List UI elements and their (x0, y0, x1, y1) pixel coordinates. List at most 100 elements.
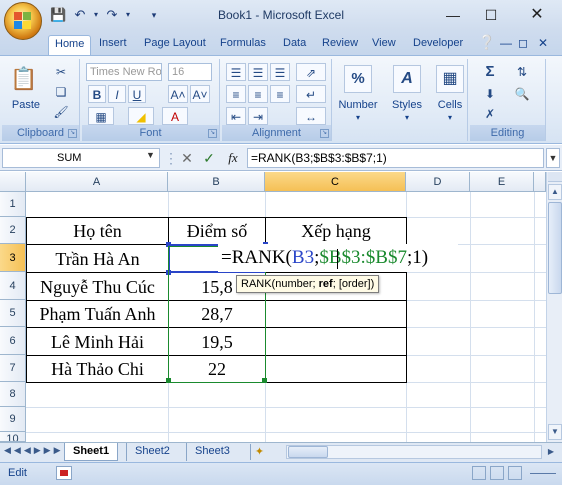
paste-button[interactable]: Paste (6, 99, 46, 111)
tab-page-layout[interactable]: Page Layout (144, 35, 206, 55)
scroll-right-icon[interactable]: ▶ (544, 445, 558, 459)
column-header-c[interactable]: C (265, 172, 406, 192)
row-header-3[interactable]: 3 (0, 244, 26, 272)
ribbon-close-icon[interactable]: ✕ (538, 35, 548, 55)
scroll-down-icon[interactable]: ▼ (548, 424, 562, 440)
align-bottom-icon[interactable]: ☰ (270, 63, 290, 81)
alignment-launcher-icon[interactable]: ↘ (320, 129, 329, 138)
ribbon-restore-icon[interactable]: ◻ (518, 35, 528, 55)
clipboard-launcher-icon[interactable]: ↘ (68, 129, 77, 138)
tab-formulas[interactable]: Formulas (220, 35, 266, 55)
name-box-dropdown-icon[interactable]: ▼ (146, 150, 155, 160)
cell-a4[interactable]: Nguyễ Thu Cúc (27, 274, 168, 300)
row-header-9[interactable]: 9 (0, 407, 26, 432)
sheet-nav-icon[interactable]: ◀◀◀▶▶▶ (4, 445, 64, 456)
align-center-icon[interactable]: ≡ (248, 85, 268, 103)
align-top-icon[interactable]: ☰ (226, 63, 246, 81)
help-icon[interactable]: ❔ (478, 34, 495, 54)
sort-filter-icon[interactable]: ⇅ (508, 63, 536, 81)
format-painter-icon[interactable]: 🖌 (52, 103, 70, 121)
fill-icon[interactable]: ⬇ (476, 85, 504, 103)
name-box[interactable]: SUM (2, 148, 160, 168)
column-header-a[interactable]: A (26, 172, 168, 192)
normal-view-icon[interactable] (472, 466, 486, 480)
hscroll-thumb[interactable] (288, 446, 328, 458)
tab-home[interactable]: Home (48, 35, 92, 55)
scroll-thumb[interactable] (548, 202, 562, 294)
insert-sheet-icon[interactable]: ✦ (250, 444, 268, 460)
cells-button[interactable]: Cells (432, 99, 468, 111)
insert-function-button[interactable]: fx (222, 148, 244, 168)
sheet-tab-3[interactable]: Sheet3 (186, 443, 238, 461)
shrink-font-icon[interactable]: A˅ (190, 85, 210, 103)
formula-input[interactable]: =RANK(B3;$B$3:$B$7;1) (247, 148, 544, 168)
underline-button[interactable]: U (128, 85, 146, 103)
cell-b2[interactable]: Điểm số (169, 219, 265, 244)
column-header-b[interactable]: B (168, 172, 265, 192)
ribbon-minimize-icon[interactable]: — (500, 35, 512, 55)
font-launcher-icon[interactable]: ↘ (208, 129, 217, 138)
tooltip-func[interactable]: RANK(number; (241, 278, 319, 290)
row-header-1[interactable]: 1 (0, 192, 26, 217)
column-header-f-partial[interactable] (534, 172, 546, 192)
sheet-tab-1[interactable]: Sheet1 (64, 443, 119, 461)
clear-icon[interactable]: ✗ (476, 105, 504, 123)
align-right-icon[interactable]: ≡ (270, 85, 290, 103)
split-box[interactable] (548, 172, 562, 182)
cell-a6[interactable]: Lê Minh Hải (27, 329, 168, 355)
orientation-icon[interactable]: ⇗ (296, 63, 326, 81)
tab-insert[interactable]: Insert (99, 35, 127, 55)
font-name-box[interactable]: Times New Ro (86, 63, 162, 81)
column-header-e[interactable]: E (470, 172, 534, 192)
scroll-up-icon[interactable]: ▲ (548, 184, 562, 200)
tab-data[interactable]: Data (283, 35, 306, 55)
cell-c3-editor[interactable]: =RANK(B3;$B$3:$B$7;1) (218, 244, 458, 272)
fill-color-icon[interactable]: ◢ (128, 107, 154, 125)
merge-center-icon[interactable]: ↔ (296, 107, 326, 125)
page-break-view-icon[interactable] (508, 466, 522, 480)
zoom-slider[interactable] (530, 468, 556, 474)
find-select-icon[interactable]: 🔍 (508, 85, 536, 103)
font-size-box[interactable]: 16 (168, 63, 212, 81)
row-header-5[interactable]: 5 (0, 300, 26, 327)
cell-a3[interactable]: Trần Hà An (27, 246, 168, 272)
number-button[interactable]: Number (334, 99, 382, 111)
number-format-icon[interactable]: % (344, 65, 372, 93)
ref-handle[interactable] (166, 378, 171, 383)
cut-icon[interactable]: ✂ (52, 63, 70, 81)
styles-icon[interactable]: A (393, 65, 421, 93)
font-color-icon[interactable]: A (162, 107, 188, 125)
maximize-icon[interactable]: ☐ (480, 5, 502, 25)
styles-button[interactable]: Styles (384, 99, 430, 111)
tab-view[interactable]: View (372, 35, 396, 55)
decrease-indent-icon[interactable]: ⇤ (226, 107, 246, 125)
align-middle-icon[interactable]: ☰ (248, 63, 268, 81)
cell-a5[interactable]: Phạm Tuấn Anh (27, 301, 168, 327)
grow-font-icon[interactable]: A˄ (168, 85, 188, 103)
wrap-text-icon[interactable]: ↵ (296, 85, 326, 103)
styles-dropdown-icon[interactable]: ▾ (384, 113, 430, 122)
cell-a2[interactable]: Họ tên (27, 219, 168, 244)
cancel-icon[interactable]: ✕ (178, 148, 196, 168)
row-header-4[interactable]: 4 (0, 272, 26, 300)
macro-record-icon[interactable] (56, 466, 72, 480)
italic-button[interactable]: I (108, 85, 126, 103)
autosum-icon[interactable]: Σ (476, 63, 504, 81)
function-tooltip[interactable]: RANK(number; ref; [order]) (236, 275, 380, 293)
row-header-7[interactable]: 7 (0, 355, 26, 382)
row-header-2[interactable]: 2 (0, 217, 26, 244)
row-header-10[interactable]: 10 (0, 432, 26, 442)
bold-button[interactable]: B (88, 85, 106, 103)
cells-dropdown-icon[interactable]: ▾ (432, 113, 468, 122)
row-header-6[interactable]: 6 (0, 327, 26, 355)
cell-c2[interactable]: Xếp hạng (266, 219, 406, 244)
cell-a7[interactable]: Hà Thảo Chi (27, 356, 168, 382)
cells-icon[interactable]: ▦ (436, 65, 464, 93)
copy-icon[interactable]: ❏ (52, 83, 70, 101)
office-button[interactable] (4, 2, 42, 40)
page-layout-view-icon[interactable] (490, 466, 504, 480)
enter-icon[interactable]: ✓ (200, 148, 218, 168)
tooltip-rest[interactable]: ; [order]) (333, 278, 375, 290)
tab-developer[interactable]: Developer (413, 35, 463, 55)
column-header-d[interactable]: D (406, 172, 470, 192)
